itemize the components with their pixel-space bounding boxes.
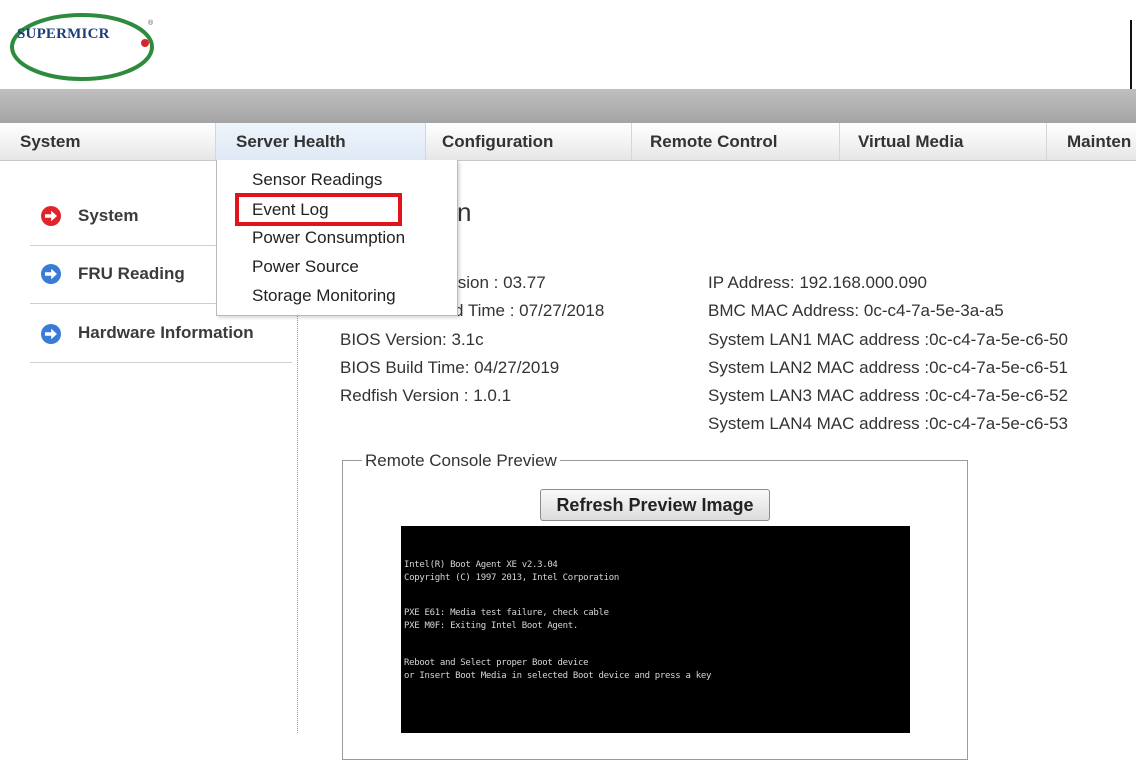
server-health-dropdown: Sensor Readings Event Log Power Consumpt… [216, 160, 458, 316]
logo-dot [141, 39, 149, 47]
bmc-mac-address: BMC MAC Address: 0c-c4-7a-5e-3a-a5 [708, 301, 1004, 320]
menu-item-power-consumption[interactable]: Power Consumption [252, 228, 405, 248]
header-band [0, 89, 1136, 123]
firmware-build-time: d Time : 07/27/2018 [454, 301, 605, 320]
lan2-mac-address: System LAN2 MAC address :0c-c4-7a-5e-c6-… [708, 358, 1068, 377]
nav-maintenance[interactable]: Mainten [1047, 123, 1136, 160]
console-preview-image[interactable]: Intel(R) Boot Agent XE v2.3.04 Copyright… [401, 526, 910, 733]
redfish-version: Redfish Version : 1.0.1 [340, 386, 512, 405]
console-line: Copyright (C) 1997 2013, Intel Corporati… [404, 573, 619, 583]
lan1-mac-address: System LAN1 MAC address :0c-c4-7a-5e-c6-… [708, 330, 1068, 349]
nav-system[interactable]: System [0, 123, 216, 160]
sidebar-item-label: System [78, 206, 139, 225]
logo-trademark: ® [148, 20, 154, 27]
event-log-highlight [235, 193, 402, 226]
page-title: n [457, 197, 472, 227]
bios-version: BIOS Version: 3.1c [340, 330, 484, 349]
nav-server-health[interactable]: Server Health [216, 123, 426, 160]
main-nav: System Server Health Configuration Remot… [0, 123, 1136, 161]
bios-build-time: BIOS Build Time: 04/27/2019 [340, 358, 560, 377]
sidebar-item-label: Hardware Information [78, 323, 254, 342]
arrow-right-circle-icon [41, 324, 61, 344]
ip-address: IP Address: 192.168.000.090 [708, 273, 927, 292]
menu-item-storage-monitoring[interactable]: Storage Monitoring [252, 286, 396, 306]
arrow-right-circle-icon [41, 264, 61, 284]
nav-remote-control[interactable]: Remote Control [632, 123, 840, 160]
console-line: Reboot and Select proper Boot device [404, 658, 589, 668]
arrow-right-circle-icon [41, 206, 61, 226]
sidebar-item-label: FRU Reading [78, 264, 185, 283]
firmware-revision: ision : 03.77 [454, 273, 546, 292]
nav-configuration[interactable]: Configuration [426, 123, 632, 160]
supermicro-logo [9, 12, 155, 82]
lan4-mac-address: System LAN4 MAC address :0c-c4-7a-5e-c6-… [708, 414, 1068, 433]
header-right-edge [1130, 20, 1136, 96]
nav-virtual-media[interactable]: Virtual Media [840, 123, 1047, 160]
console-line: PXE M0F: Exiting Intel Boot Agent. [404, 621, 579, 631]
console-line: PXE E61: Media test failure, check cable [404, 608, 609, 618]
console-line: Intel(R) Boot Agent XE v2.3.04 [404, 560, 558, 570]
logo-text: SUPERMICR [17, 26, 110, 42]
lan3-mac-address: System LAN3 MAC address :0c-c4-7a-5e-c6-… [708, 386, 1068, 405]
console-line: or Insert Boot Media in selected Boot de… [404, 671, 712, 681]
menu-item-power-source[interactable]: Power Source [252, 257, 359, 277]
menu-item-sensor-readings[interactable]: Sensor Readings [252, 170, 382, 190]
refresh-preview-button[interactable]: Refresh Preview Image [540, 489, 770, 521]
preview-legend: Remote Console Preview [362, 451, 560, 471]
